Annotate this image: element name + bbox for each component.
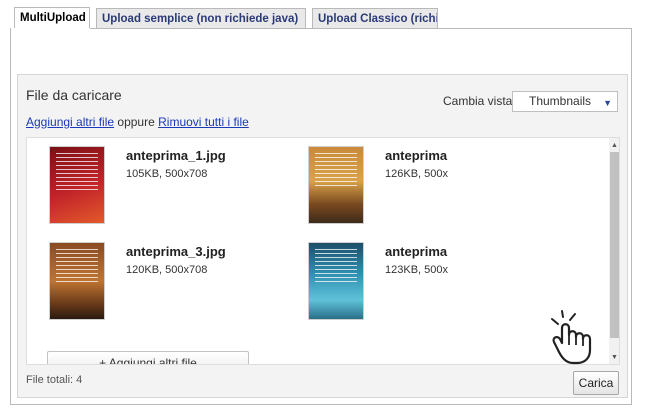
file-name: anteprima: [385, 244, 448, 259]
tab-upload-classico[interactable]: Upload Classico (richi: [312, 8, 438, 28]
panel-title: File da caricare: [26, 87, 122, 103]
tab-multiupload[interactable]: MultiUpload: [14, 7, 90, 29]
file-name: anteprima_1.jpg: [126, 148, 226, 163]
pointing-hand-icon: [551, 310, 592, 365]
remove-all-link[interactable]: Rimuovi tutti i file: [158, 115, 249, 129]
view-select[interactable]: Thumbnails ▼: [512, 91, 618, 112]
file-item[interactable]: anteprima_1.jpg 105KB, 500x708: [42, 143, 332, 225]
tab-divider: [90, 28, 632, 29]
thumbnail-image: [49, 242, 105, 320]
file-name: anteprima: [385, 148, 448, 163]
file-item[interactable]: anteprima 126KB, 500x: [301, 143, 591, 225]
thumbnail-image: [308, 242, 364, 320]
file-meta: 123KB, 500x: [385, 264, 448, 276]
file-count: File totali: 4: [26, 374, 83, 386]
view-select-value: Thumbnails: [529, 94, 592, 108]
file-actions: Aggiungi altri file oppure Rimuovi tutti…: [26, 115, 249, 129]
thumbnail-image: [308, 146, 364, 224]
scrollbar-thumb[interactable]: [610, 152, 619, 338]
thumbnail-image: [49, 146, 105, 224]
add-files-link[interactable]: Aggiungi altri file: [26, 115, 114, 129]
file-meta: 126KB, 500x: [385, 168, 448, 180]
upload-button[interactable]: Carica: [573, 371, 619, 395]
tab-bar: MultiUpload Upload semplice (non richied…: [0, 0, 650, 30]
scroll-down-icon[interactable]: ▼: [609, 354, 619, 361]
scroll-up-icon[interactable]: ▲: [609, 142, 619, 149]
file-meta: 120KB, 500x708: [126, 264, 208, 276]
tab-upload-semplice[interactable]: Upload semplice (non richiede java): [96, 8, 306, 28]
file-name: anteprima_3.jpg: [126, 244, 226, 259]
oppure-text: oppure: [114, 115, 159, 129]
file-list: anteprima_1.jpg 105KB, 500x708 anteprima…: [26, 137, 620, 365]
add-more-files-button[interactable]: + Aggiungi altri file: [47, 351, 249, 364]
file-item[interactable]: anteprima_3.jpg 120KB, 500x708: [42, 239, 332, 321]
file-meta: 105KB, 500x708: [126, 168, 208, 180]
scrollbar[interactable]: ▲ ▼: [609, 138, 619, 364]
upload-panel: File da caricare Cambia vista: Thumbnail…: [17, 74, 628, 398]
view-label: Cambia vista:: [443, 94, 516, 108]
chevron-down-icon: ▼: [603, 98, 612, 108]
